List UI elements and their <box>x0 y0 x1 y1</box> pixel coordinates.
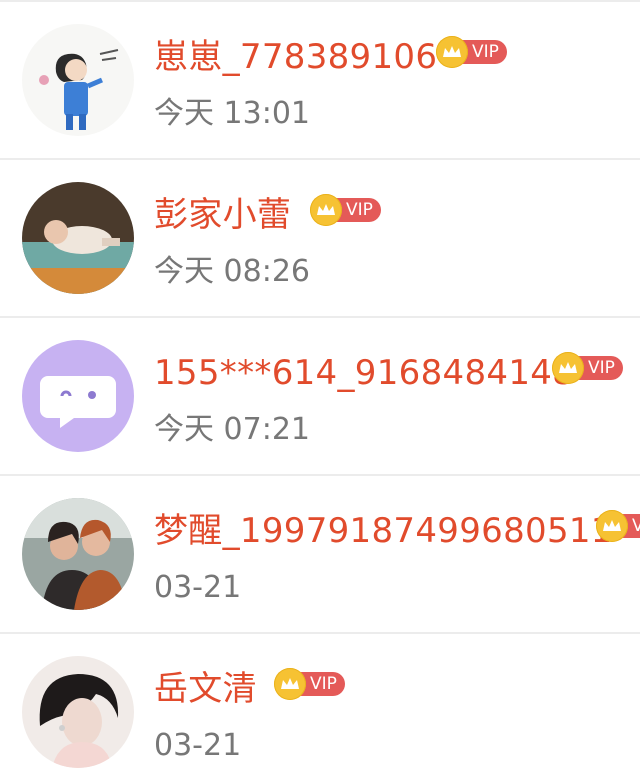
avatar[interactable] <box>22 24 134 136</box>
list-item[interactable]: 梦醒_19979187499680511 VIP 03-21 <box>0 476 640 634</box>
woman-photo-avatar-icon <box>22 656 134 768</box>
vip-badge: VIP <box>596 510 640 542</box>
contact-name: 岳文清 <box>154 669 257 709</box>
contact-name: 崽崽_778389106 <box>154 37 438 77</box>
baby-photo-avatar-icon <box>22 182 134 294</box>
last-active-time: 今天 07:21 <box>154 412 310 447</box>
last-active-time: 今天 08:26 <box>154 254 310 289</box>
vip-badge: VIP <box>552 352 623 384</box>
vip-badge: VIP <box>310 194 381 226</box>
contact-name: 彭家小蕾 <box>154 195 292 235</box>
list-item[interactable]: 彭家小蕾 VIP 今天 08:26 <box>0 160 640 318</box>
last-active-time: 03-21 <box>154 728 242 763</box>
list-item[interactable]: 155***614_9168484148 VIP 今天 07:21 <box>0 318 640 476</box>
contact-name: 155***614_9168484148 <box>154 353 575 393</box>
crown-icon <box>436 36 468 68</box>
last-active-time: 今天 13:01 <box>154 96 310 131</box>
cartoon-person-avatar-icon <box>22 24 134 136</box>
avatar[interactable] <box>22 182 134 294</box>
vip-badge: VIP <box>274 668 345 700</box>
last-active-time: 03-21 <box>154 570 242 605</box>
contact-name: 梦醒_19979187499680511 <box>154 511 613 551</box>
crown-icon <box>552 352 584 384</box>
avatar[interactable] <box>22 340 134 452</box>
two-women-photo-avatar-icon <box>22 498 134 610</box>
default-chat-bubble-avatar-icon <box>22 340 134 452</box>
vip-badge: VIP <box>436 36 507 68</box>
contact-list: 崽崽_778389106 VIP 今天 13:01 彭家小蕾 VIP 今天 08… <box>0 0 640 780</box>
avatar[interactable] <box>22 498 134 610</box>
avatar[interactable] <box>22 656 134 768</box>
crown-icon <box>310 194 342 226</box>
crown-icon <box>274 668 306 700</box>
crown-icon <box>596 510 628 542</box>
list-item[interactable]: 崽崽_778389106 VIP 今天 13:01 <box>0 2 640 160</box>
list-item[interactable]: 岳文清 VIP 03-21 <box>0 634 640 780</box>
